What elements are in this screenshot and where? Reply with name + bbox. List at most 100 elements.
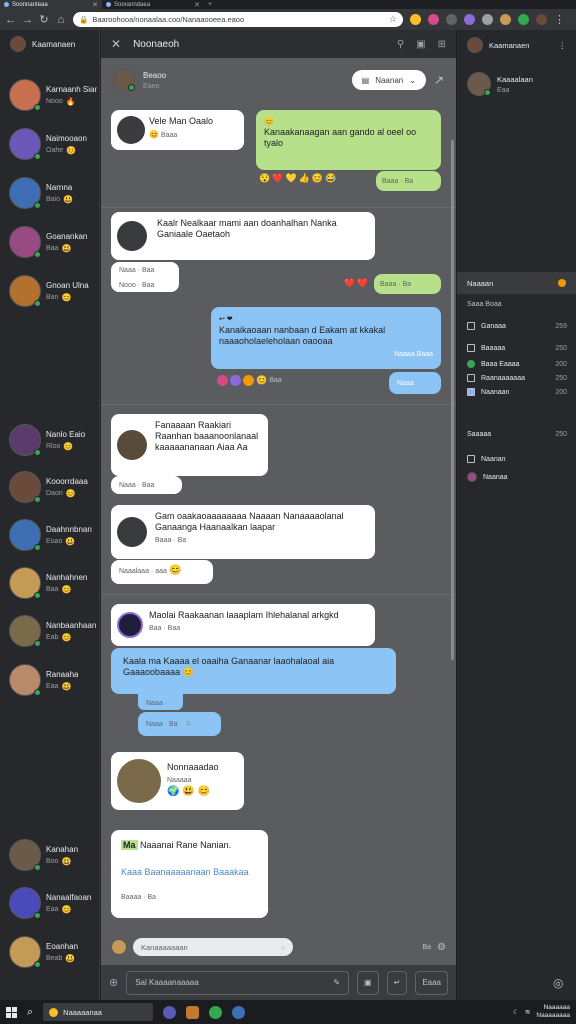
extension-icon[interactable] — [518, 14, 529, 25]
message-input[interactable]: Sal Kaaaanaaaaa ✎ — [126, 970, 350, 995]
clock[interactable]: Naaaaaa Naaaaaaaa — [536, 1004, 570, 1020]
forward-icon[interactable]: → — [22, 14, 33, 26]
extension-icon[interactable] — [446, 14, 457, 25]
contact-item[interactable]: Nanhahnen Baa 😊 — [0, 563, 100, 603]
app-icon[interactable] — [232, 1005, 246, 1019]
reaction-row[interactable]: ❤️ ❤️ — [344, 278, 368, 289]
wifi-icon[interactable]: ≋ — [525, 1008, 530, 1016]
browser-tab-1[interactable]: Soonnanteaa ✕ — [0, 0, 102, 9]
contact-item[interactable]: Karnaanh Siar Nooo 🔥 — [0, 75, 100, 115]
grid-icon[interactable]: ⊞ — [438, 39, 446, 50]
message-bubble[interactable]: Naaa · Baa — [111, 476, 182, 494]
contact-item[interactable]: Goanankan Baa 😃 — [0, 222, 100, 262]
contact-item[interactable]: Daahnnbnan Eoao 😃 — [0, 515, 100, 555]
chat-scrollbar[interactable] — [451, 140, 454, 660]
message-bubble[interactable]: Kaala ma Kaaaa el oaaiha Ganaanar laaoha… — [111, 648, 396, 694]
share-icon[interactable]: ↗ — [434, 73, 444, 87]
message-bubble[interactable]: Maolai Raakaanan laaaplam Ihlehalanal ar… — [111, 604, 375, 646]
reaction-icon — [243, 375, 254, 386]
pencil-icon[interactable]: ✎ — [333, 978, 340, 987]
message-bubble[interactable]: Naaa · Baa Nooo · Baa — [111, 262, 179, 292]
app-icon[interactable] — [209, 1005, 223, 1019]
right-section-header[interactable]: Naaaan — [457, 272, 576, 294]
footer-button[interactable]: Eaaa — [415, 970, 448, 995]
message-bubble[interactable]: ↩ ❤ Kanaikaoaan nanbaan d Eakam at kkaka… — [211, 307, 441, 369]
right-contact[interactable]: Kaaaalaan Eaa — [457, 64, 576, 104]
message-bubble[interactable]: Kaalr Nealkaar mami aan doanhalhan Nanka… — [111, 212, 375, 260]
reply-extra[interactable]: Ba — [422, 944, 431, 951]
pin-icon[interactable]: ⚲ — [397, 39, 404, 50]
contact-item[interactable]: Kooorrdaaa Daon 😊 — [0, 467, 100, 507]
tab-close-icon[interactable]: ✕ — [194, 1, 200, 9]
right-item[interactable]: Naanaa — [467, 472, 567, 482]
contact-item[interactable]: Narnna Baio 😃 — [0, 173, 100, 213]
reaction-row[interactable]: 😯 ❤️ 💛 👍 😊 😂 — [259, 173, 336, 184]
my-profile[interactable]: Kaamanaen — [0, 30, 99, 58]
contact-item[interactable]: Kanahan Boo 😃 — [0, 835, 100, 875]
right-item[interactable]: Naanaan 200 — [467, 388, 567, 396]
browser-menu-icon[interactable]: ⋮ — [554, 13, 565, 26]
right-profile[interactable]: Kaamanaen ⋮ — [457, 30, 576, 60]
reload-icon[interactable]: ↻ — [39, 13, 49, 26]
message-bubble[interactable]: Nonnaaadao Naaaaa 🌍 😃 😊 — [111, 752, 244, 810]
new-tab-button[interactable]: + — [208, 1, 212, 8]
avatar — [117, 430, 147, 460]
back-icon[interactable]: ← — [5, 14, 16, 26]
send-icon[interactable]: ↵ — [386, 970, 408, 995]
bookmark-star-icon[interactable]: ☆ — [389, 14, 397, 25]
contact-item[interactable]: Gnoan Ulna Ban 😊 — [0, 271, 100, 311]
contact-name: Kooorrdaaa — [46, 476, 88, 486]
image-icon[interactable]: ▣ — [416, 39, 425, 50]
extension-icon[interactable] — [464, 14, 475, 25]
reaction-row[interactable]: 😊 Baa — [217, 375, 282, 386]
reply-input[interactable]: Kanaaaaaaan ◌ — [133, 938, 293, 956]
message-bubble[interactable]: Naaalaaa · aaa 😊 — [111, 560, 213, 584]
app-icon[interactable] — [163, 1005, 177, 1019]
avatar — [117, 517, 147, 547]
right-item[interactable]: Baaaaa 250 — [467, 344, 567, 352]
right-item[interactable]: Ganaaa 259 — [467, 322, 567, 330]
tray-icon[interactable]: ☾ — [513, 1008, 519, 1016]
message-bubble[interactable]: Naaa · Ba ○ — [138, 712, 221, 736]
extension-icon[interactable] — [410, 14, 421, 25]
extension-icon[interactable] — [500, 14, 511, 25]
message-bubble[interactable]: Baaa · Ba — [374, 274, 441, 294]
settings-icon[interactable]: ⚙ — [437, 942, 446, 953]
address-bar[interactable]: 🔒 Baaroohooa/nonaalaa.coo/Nanaaooeea.eao… — [73, 12, 403, 27]
app-icon[interactable] — [186, 1005, 200, 1019]
browser-tab-2[interactable]: Sooranndaea ✕ — [102, 0, 204, 9]
message-bubble[interactable]: Ma Naaanai Rane Nanian. Kaaa Baanaaaaana… — [111, 830, 268, 918]
message-bubble[interactable]: Naaa — [389, 372, 441, 394]
home-icon[interactable]: ⌂ — [56, 14, 66, 26]
contact-item[interactable]: Nanlo Eaio Rloo 😊 — [0, 420, 100, 460]
taskbar-search[interactable]: Naaaaanaa — [43, 1003, 154, 1021]
message-bubble[interactable]: Naaa · Baa — [138, 694, 183, 719]
extension-icon[interactable] — [482, 14, 493, 25]
contact-item[interactable]: Nanaalfaoan Eaa 😊 — [0, 883, 100, 923]
tab-close-icon[interactable]: ✕ — [92, 1, 98, 9]
right-item[interactable]: Baaa Eaaaa 200 — [467, 360, 567, 368]
more-icon[interactable]: ⋮ — [559, 41, 567, 50]
search-icon[interactable]: ⌕ — [27, 1006, 33, 1019]
contact-item[interactable]: Nanbaanhaan Eab 😊 — [0, 611, 100, 651]
contact-item[interactable]: Ranaaha Eaa 😃 — [0, 660, 100, 700]
help-icon[interactable]: ◎ — [553, 976, 563, 990]
stop-icon[interactable]: ▣ — [357, 970, 379, 995]
emoji-icon[interactable]: ◌ — [281, 943, 285, 952]
message-bubble[interactable]: Baaa · Ba — [376, 171, 441, 191]
contact-item[interactable]: Naimooaon Oahe 😊 — [0, 124, 100, 164]
message-bubble[interactable]: 😊 Kanaakanaagan aan gando al oeel oo tya… — [256, 110, 441, 170]
profile-avatar[interactable] — [536, 14, 547, 25]
right-item[interactable]: Raanaaaaaaa 250 — [467, 374, 567, 382]
close-icon[interactable]: ✕ — [111, 37, 121, 51]
contact-item[interactable]: Eoanhan Beab 😃 — [0, 932, 100, 972]
message-bubble[interactable]: Vele Man Oaalo 😊 Baaa — [111, 110, 244, 150]
chat-filter-button[interactable]: ▤ Naanan ⌄ — [351, 70, 426, 90]
windows-start-icon[interactable] — [6, 1006, 17, 1018]
item-label: Naanaa — [483, 473, 508, 481]
extension-icon[interactable] — [428, 14, 439, 25]
message-bubble[interactable]: Fanaaaan Raakiari Raanhan baaanoonlanaal… — [111, 414, 268, 476]
message-bubble[interactable]: Gam oaakaoaaaaaaaa Naaaan Nanaaaaolanal … — [111, 505, 375, 559]
attach-icon[interactable]: ⊕ — [109, 976, 118, 989]
right-item[interactable]: Naanan — [467, 455, 567, 463]
